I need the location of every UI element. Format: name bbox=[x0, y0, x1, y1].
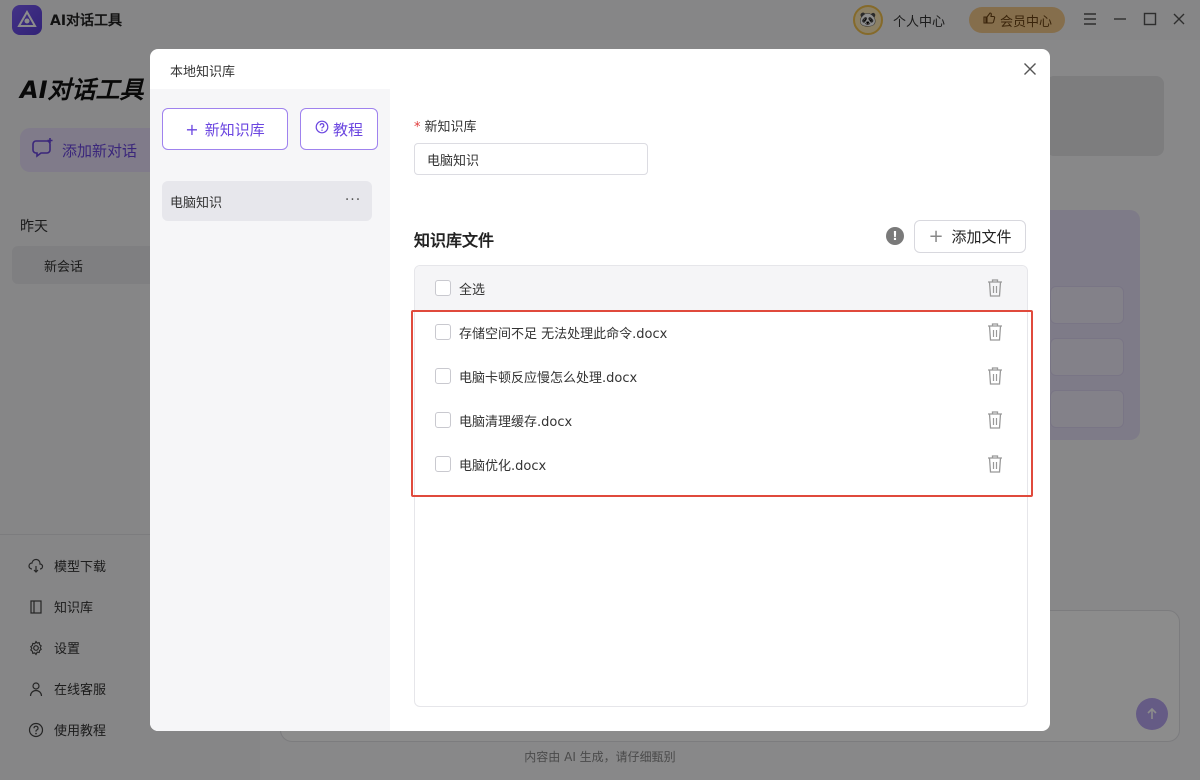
knowledge-base-item-label: 电脑知识 bbox=[170, 195, 223, 211]
knowledge-base-list-panel: + 新知识库 教程 电脑知识 ··· bbox=[150, 89, 390, 731]
modal-title: 本地知识库 bbox=[170, 65, 236, 80]
select-all-row: 全选 bbox=[415, 266, 1027, 310]
info-icon[interactable]: ! bbox=[886, 227, 904, 245]
plus-icon: + bbox=[928, 226, 944, 247]
kb-name-label-text: 新知识库 bbox=[424, 120, 477, 135]
add-file-label: 添加文件 bbox=[951, 228, 1012, 246]
select-all-label: 全选 bbox=[459, 282, 486, 298]
tutorial-button[interactable]: 教程 bbox=[300, 108, 378, 150]
help-circle-icon bbox=[315, 120, 329, 138]
tutorial-label: 教程 bbox=[332, 120, 363, 139]
plus-icon: + bbox=[185, 119, 199, 139]
file-list-highlight bbox=[411, 310, 1033, 497]
close-icon[interactable] bbox=[1020, 59, 1040, 79]
files-heading: 知识库文件 bbox=[414, 231, 495, 250]
trash-icon[interactable] bbox=[985, 278, 1005, 298]
select-all-checkbox[interactable] bbox=[435, 280, 451, 296]
kb-name-input[interactable] bbox=[414, 143, 648, 175]
kb-name-label: * 新知识库 bbox=[414, 116, 477, 135]
add-file-button[interactable]: + 添加文件 bbox=[914, 220, 1026, 253]
modal-header: 本地知识库 bbox=[150, 49, 1050, 89]
more-options-icon[interactable]: ··· bbox=[342, 189, 364, 211]
required-mark: * bbox=[414, 120, 421, 135]
knowledge-base-item[interactable]: 电脑知识 ··· bbox=[162, 181, 372, 221]
new-knowledge-base-button[interactable]: + 新知识库 bbox=[162, 108, 288, 150]
new-knowledge-base-label: 新知识库 bbox=[204, 120, 265, 139]
